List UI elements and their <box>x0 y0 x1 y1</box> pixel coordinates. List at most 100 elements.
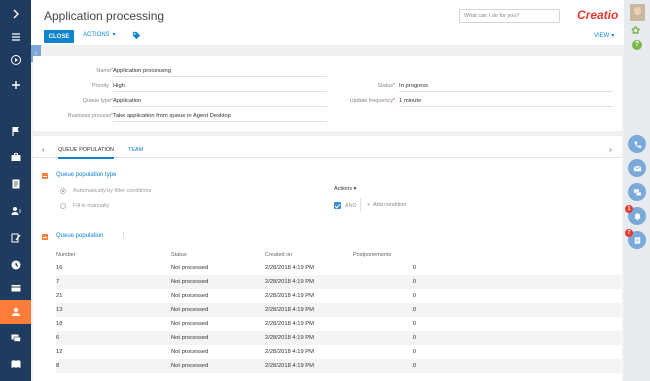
add-icon[interactable] <box>0 73 31 97</box>
business-process-label-text: Business process <box>67 113 112 119</box>
priority-field[interactable]: High <box>113 83 327 92</box>
play-icon[interactable] <box>0 48 31 72</box>
table-row[interactable]: 21 Not processed 2/28/2018 4:19 PM 0 <box>56 289 621 303</box>
priority-label: Priority <box>91 83 109 89</box>
table-cell: 8 <box>56 363 60 369</box>
add-condition-label: Add condition <box>372 202 407 208</box>
table-cell: 0 <box>412 307 416 313</box>
table-cell: Not processed <box>171 321 209 327</box>
radio-manual[interactable] <box>60 203 66 209</box>
status-field[interactable]: In progress <box>399 83 613 92</box>
close-button[interactable]: CLOSE <box>44 30 74 43</box>
queue-type-field[interactable]: Application <box>113 98 327 107</box>
group-title-queue-population[interactable]: Queue population <box>56 233 103 239</box>
table-cell: 2/28/2018 4:19 PM <box>265 321 314 327</box>
chevron-down-icon: ▾ <box>353 186 357 192</box>
chevron-down-icon: ▾ <box>611 33 615 39</box>
table-cell: 0 <box>412 335 416 341</box>
search-input[interactable]: What can I do for you? <box>459 9 560 23</box>
chevron-right-icon[interactable]: › <box>609 145 612 154</box>
table-cell: 0 <box>412 279 416 285</box>
avatar[interactable] <box>630 4 645 21</box>
column-header[interactable]: Status <box>171 252 187 258</box>
table-row[interactable]: 12 Not processed 2/28/2018 4:19 PM 0 <box>56 345 621 359</box>
tab-team[interactable]: TEAM <box>128 147 143 153</box>
briefcase-icon[interactable] <box>0 145 31 169</box>
divider <box>360 198 361 212</box>
left-sidebar <box>0 0 31 381</box>
status-label-text: Status <box>377 83 394 89</box>
update-frequency-field[interactable]: 1 minute <box>399 98 613 107</box>
table-row[interactable]: 18 Not processed 2/28/2018 4:19 PM 0 <box>56 317 621 331</box>
column-header[interactable]: Number <box>56 252 76 258</box>
contact-icon[interactable] <box>0 199 31 223</box>
table-row[interactable]: 6 Not processed 2/28/2018 4:19 PM 0 <box>56 331 621 345</box>
chevron-left-icon[interactable]: ‹ <box>42 145 45 154</box>
table-cell: 2/28/2018 4:19 PM <box>265 307 314 313</box>
table-cell: Not processed <box>171 363 209 369</box>
table-row[interactable]: 8 Not processed 2/28/2018 4:19 PM 0 <box>56 359 621 373</box>
expand-icon[interactable] <box>0 2 31 26</box>
table-cell: 0 <box>412 321 416 327</box>
radio-filter-label: Automatically by filter conditions <box>73 188 152 194</box>
and-checkbox[interactable] <box>334 202 341 209</box>
name-field[interactable]: Application processing <box>113 68 327 77</box>
table-cell: 2/28/2018 4:19 PM <box>265 363 314 369</box>
name-label: Name* <box>96 68 113 74</box>
group-title-population-type[interactable]: Queue population type <box>56 172 116 178</box>
grid-header: Number Status Created on Postponements <box>56 252 621 261</box>
tag-icon[interactable] <box>132 31 141 40</box>
gear-icon[interactable]: ✿ <box>631 26 640 37</box>
tabs-bar: ‹ QUEUE POPULATION TEAM › <box>33 144 622 159</box>
chevron-down-icon: ▾ <box>112 32 116 38</box>
table-cell: Not processed <box>171 335 209 341</box>
table-cell: 18 <box>56 321 63 327</box>
column-header[interactable]: Created on <box>265 252 292 258</box>
more-icon[interactable]: ⋮ <box>120 231 127 239</box>
flag-icon[interactable] <box>0 119 31 143</box>
actions-button[interactable]: ACTIONS ▾ <box>83 31 116 39</box>
menu-icon[interactable] <box>0 25 31 49</box>
document-icon[interactable] <box>0 172 31 196</box>
add-icon: + <box>367 202 371 208</box>
collapse-icon[interactable] <box>42 173 48 179</box>
table-cell: 21 <box>56 293 63 299</box>
queue-type-label: Queue type* <box>82 98 113 104</box>
email-icon[interactable] <box>628 159 646 177</box>
feed-badge: 7 <box>625 229 633 237</box>
view-button[interactable]: VIEW ▾ <box>594 32 615 40</box>
filter-actions-button[interactable]: Actions ▾ <box>334 186 356 192</box>
update-frequency-label: Update frequency* <box>349 98 395 104</box>
tab-queue-population[interactable]: QUEUE POPULATION <box>58 147 115 159</box>
business-process-field[interactable]: Take application from queue in Agent Des… <box>113 113 327 122</box>
table-row[interactable]: 16 Not processed 2/28/2018 4:19 PM 0 <box>56 261 621 275</box>
book-icon[interactable] <box>0 352 31 376</box>
edit-icon[interactable] <box>0 226 31 250</box>
name-label-text: Name <box>96 68 112 74</box>
clock-icon[interactable] <box>0 253 31 277</box>
table-row[interactable]: 13 Not processed 2/28/2018 4:19 PM 0 <box>56 303 621 317</box>
table-row[interactable]: 7 Not processed 2/28/2018 4:19 PM 0 <box>56 275 621 289</box>
table-cell: 0 <box>412 363 416 369</box>
notification-badge: 1 <box>625 205 633 213</box>
collapse-icon[interactable] <box>42 234 48 240</box>
radio-filter[interactable] <box>60 188 66 194</box>
table-cell: 2/28/2018 4:19 PM <box>265 293 314 299</box>
table-cell: 16 <box>56 265 63 271</box>
help-icon[interactable]: ? <box>632 40 642 50</box>
chat-icon[interactable] <box>0 326 31 350</box>
add-condition-button[interactable]: + Add condition <box>367 202 406 208</box>
phone-icon[interactable] <box>628 135 646 153</box>
queue-icon[interactable] <box>0 300 31 324</box>
table-cell: 2/28/2018 4:19 PM <box>265 265 314 271</box>
chat-icon[interactable] <box>628 183 646 201</box>
table-cell: 12 <box>56 349 63 355</box>
page-header: Application processing CLOSE ACTIONS ▾ W… <box>31 0 624 45</box>
table-cell: Not processed <box>171 293 209 299</box>
table-cell: 13 <box>56 307 63 313</box>
column-header[interactable]: Postponements <box>353 252 391 258</box>
business-process-label: Business process* <box>67 113 113 119</box>
detail-area: ‹ QUEUE POPULATION TEAM › Queue populati… <box>33 136 622 381</box>
card-icon[interactable] <box>0 276 31 300</box>
table-cell: Not processed <box>171 349 209 355</box>
